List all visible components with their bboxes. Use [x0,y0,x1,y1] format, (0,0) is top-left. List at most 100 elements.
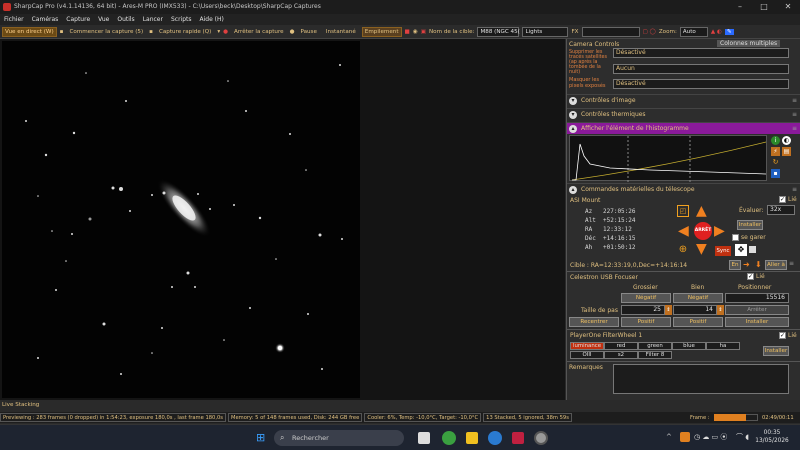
app-icon-red[interactable] [512,432,524,444]
focuser-stop-button[interactable]: Arrêter [725,305,789,315]
sync-button[interactable]: Sync [715,246,731,256]
close-icon[interactable]: ✕ [776,0,800,14]
frame-type-select[interactable]: Lights [522,26,569,37]
edge-icon[interactable] [488,431,502,445]
fine-positive-button[interactable]: Positif [673,317,723,327]
goto-down-icon[interactable]: ⬇ [755,260,762,269]
minimize-icon[interactable]: – [728,0,752,14]
menu-icon[interactable]: ≡ [789,260,794,267]
stretch-icon[interactable]: ⚡ [771,147,780,156]
satellite-trail-select[interactable]: Désactivé [613,48,789,58]
mount-stop-button[interactable]: ARRÊT [694,222,712,240]
multi-column-toggle[interactable]: Colonnes multiples [717,40,781,47]
refocus-button[interactable]: Recentrer [569,317,619,327]
menu-file[interactable]: Fichier [4,14,24,25]
chrome-icon[interactable] [442,431,456,445]
filter-green[interactable]: green [638,342,672,350]
mount-install-button[interactable]: Installer [737,220,763,230]
start-capture-button[interactable]: Commencer la capture (5) [66,27,146,37]
goto-button[interactable]: Aller à [765,260,787,270]
reticle-icon[interactable]: ▢ ◯ [643,29,656,35]
menu-capture[interactable]: Capture [66,14,90,25]
park-checkbox[interactable] [732,234,739,241]
filter-linked-checkbox[interactable]: ✓ [779,332,786,339]
settings-icon[interactable]: ◉ [413,29,418,35]
menu-icon[interactable]: ≡ [792,109,797,121]
second-option-select[interactable]: Aucun [613,64,789,74]
section-image-controls[interactable]: ▾ Contrôles d'image ≡ [567,94,800,106]
section-telescope[interactable]: ▴ Commandes matérielles du télescope ≡ [567,183,800,195]
stop-capture-button[interactable]: Arrêter la capture [231,27,287,37]
menu-icon[interactable]: ≡ [792,123,797,135]
arrow-up-icon[interactable]: ▲ [696,204,707,218]
arrow-left-icon[interactable]: ◀ [678,224,689,238]
file-explorer-icon[interactable] [466,432,478,444]
coarse-negative-button[interactable]: Négatif [621,293,671,303]
auto-stretch-icon[interactable]: ▤ [782,147,791,156]
filter-oiii[interactable]: OIII [570,351,604,359]
live-image[interactable] [2,41,360,398]
menu-icon[interactable]: ≡ [792,184,797,196]
menu-help[interactable]: Aide (H) [200,14,224,25]
filter-luminance[interactable]: luminance [570,342,604,350]
arrow-right-icon[interactable]: ▶ [714,224,725,238]
move-icon[interactable]: ✥ [735,244,747,256]
menu-cameras[interactable]: Caméras [32,14,59,25]
menu-run[interactable]: Lancer [143,14,163,25]
network-icon[interactable]: ⌒ ◖ [736,432,749,442]
filter-install-button[interactable]: Installer [763,346,789,356]
zoom-select[interactable]: Auto [679,26,708,37]
spiral-search-icon[interactable]: ◰ [677,205,689,217]
coarse-step-spinner-icon[interactable]: ⇕ [665,305,672,315]
small-square-icon[interactable] [749,246,756,253]
fine-negative-button[interactable]: Négatif [673,293,723,303]
snapshot-button[interactable]: Instantané [323,27,359,37]
chevron-down-icon[interactable]: ▾ [217,29,220,35]
filter-blue[interactable]: blue [672,342,706,350]
stack-button[interactable]: Empilement [361,26,402,37]
focuser-install-button[interactable]: Installer [725,317,789,327]
coarse-step-field[interactable]: 25 [621,305,665,315]
tray-icons[interactable]: ◷ ☁ ▭ ⦿ [694,432,727,442]
menu-view[interactable]: Vue [98,14,109,25]
menu-icon[interactable]: ≡ [792,95,797,107]
info-icon[interactable]: i [771,136,780,145]
highlight-icon[interactable]: ▲ ◐ [711,29,722,35]
arrow-down-icon[interactable]: ▼ [696,242,707,256]
fine-step-spinner-icon[interactable]: ⇕ [717,305,724,315]
pause-button[interactable]: Pause [297,27,319,37]
filter-ha[interactable]: ha [706,342,740,350]
goto-right-icon[interactable]: ➜ [743,260,750,269]
tray-chevron-up-icon[interactable]: ^ [666,433,672,441]
sharpcap-taskbar-icon[interactable] [534,431,548,445]
pin-icon[interactable]: ✎ [724,28,734,35]
mount-linked-checkbox[interactable]: ✓ [779,196,786,203]
histogram-chart[interactable] [569,135,767,182]
fx-select[interactable] [581,26,640,37]
section-thermal-controls[interactable]: ▾ Contrôles thermiques ≡ [567,108,800,120]
filter-8[interactable]: Filter 8 [638,351,672,359]
windows-start-icon[interactable]: ⊞ [256,432,268,444]
focuser-linked-checkbox[interactable]: ✓ [747,273,754,280]
mask-pixels-select[interactable]: Désactivé [613,79,789,89]
menu-tools[interactable]: Outils [117,14,134,25]
live-stacking-tab[interactable]: Live Stacking [0,400,40,411]
task-view-icon[interactable] [418,432,430,444]
coarse-positive-button[interactable]: Positif [621,317,671,327]
contrast-icon[interactable]: ◐ [782,136,791,145]
en-button[interactable]: En [729,260,741,270]
fine-step-field[interactable]: 14 [673,305,717,315]
crosshair-icon[interactable]: ⊕ [677,244,689,256]
reset-icon[interactable]: ↻ [771,158,780,167]
save-icon[interactable]: ▪ [771,169,780,178]
remarks-field[interactable] [613,364,789,394]
record-icon[interactable]: ■ [405,29,410,35]
rate-select[interactable]: 32x [767,205,795,215]
maximize-icon[interactable]: □ [752,0,776,14]
taskbar-search[interactable]: ⌕ Rechercher [274,430,404,446]
filter-s2[interactable]: s2 [604,351,638,359]
focuser-position-field[interactable]: 15516 [725,293,789,303]
section-histogram[interactable]: ▴ Afficher l'élément de l'histogramme ≡ [567,122,800,134]
target-name-field[interactable]: M88 (NGC 45( [477,26,520,37]
filter-red[interactable]: red [604,342,638,350]
